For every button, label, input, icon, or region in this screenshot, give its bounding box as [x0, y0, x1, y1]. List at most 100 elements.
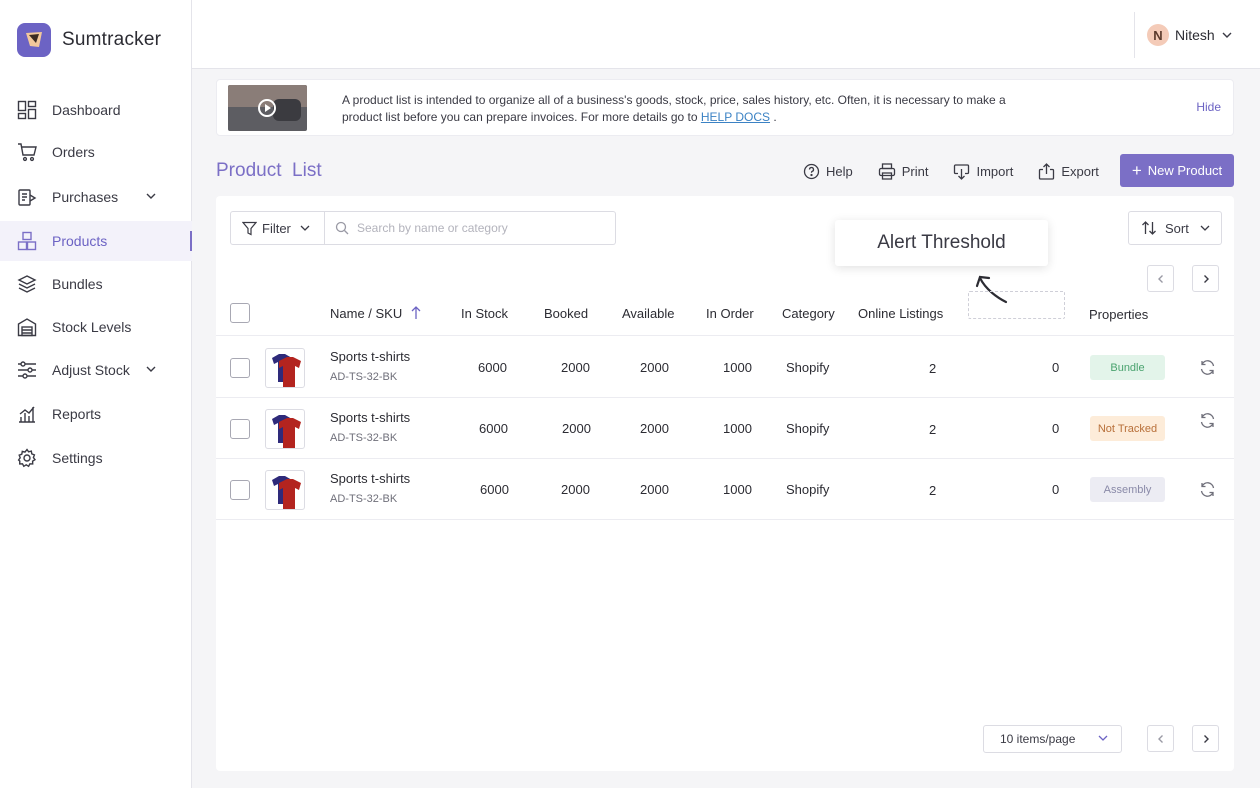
new-product-button[interactable]: + New Product	[1120, 154, 1234, 187]
property-badge: Bundle	[1090, 355, 1165, 380]
product-name[interactable]: Sports t-shirts	[330, 349, 410, 364]
booked-value: 2000	[562, 421, 591, 436]
in-stock-value: 6000	[478, 360, 507, 375]
chevron-left-icon	[1157, 734, 1163, 743]
banner-description: A product list is intended to organize a…	[342, 93, 1006, 124]
sidebar-item-label: Dashboard	[52, 102, 121, 118]
table-header: Name / SKU In Stock Booked Available In …	[216, 294, 1234, 336]
sidebar-item-dashboard[interactable]: Dashboard	[0, 90, 192, 130]
printer-icon	[878, 162, 895, 180]
plus-icon: +	[1131, 161, 1142, 180]
gear-icon	[17, 448, 37, 468]
column-header-category[interactable]: Category	[782, 306, 835, 321]
export-label: Export	[1061, 163, 1099, 179]
items-per-page-value: 10 items/page	[1000, 732, 1076, 746]
chevron-down-icon[interactable]	[144, 362, 158, 376]
product-sku: AD-TS-32-BK	[330, 493, 398, 505]
chevron-down-icon	[300, 225, 310, 231]
property-badge: Assembly	[1090, 477, 1165, 502]
select-all-checkbox[interactable]	[230, 303, 250, 323]
column-header-properties[interactable]: Properties	[1089, 307, 1148, 322]
sidebar-item-purchases[interactable]: Purchases	[0, 177, 192, 217]
sidebar-item-settings[interactable]: Settings	[0, 438, 192, 478]
table-row[interactable]: Sports t-shirts AD-TS-32-BK 6000 2000 20…	[216, 459, 1234, 520]
product-table-card: Filter Alert Threshold Sort Name / SKU I…	[216, 196, 1234, 771]
info-banner: A product list is intended to organize a…	[216, 79, 1234, 136]
column-header-online-listings[interactable]: Online Listings	[858, 306, 943, 321]
available-value: 2000	[640, 360, 669, 375]
row-checkbox[interactable]	[230, 419, 250, 439]
print-button[interactable]: Print	[878, 162, 929, 180]
sidebar-item-orders[interactable]: Orders	[0, 132, 192, 172]
chevron-right-icon	[1203, 734, 1209, 743]
column-header-available[interactable]: Available	[622, 306, 675, 321]
sidebar-item-adjust-stock[interactable]: Adjust Stock	[0, 350, 192, 390]
online-listings-value: 2	[929, 361, 937, 376]
online-listings-value: 2	[929, 483, 937, 498]
table-row[interactable]: Sports t-shirts AD-TS-32-BK 6000 2000 20…	[216, 398, 1234, 459]
sync-icon[interactable]	[1199, 412, 1216, 429]
search-input[interactable]	[357, 221, 597, 235]
column-header-in-order[interactable]: In Order	[706, 306, 754, 321]
booked-value: 2000	[561, 482, 590, 497]
chevron-down-icon	[1098, 735, 1108, 741]
row-checkbox[interactable]	[230, 358, 250, 378]
in-stock-value: 6000	[479, 421, 508, 436]
import-icon	[954, 163, 970, 180]
user-menu[interactable]: N Nitesh	[1134, 12, 1260, 58]
chevron-down-icon[interactable]	[144, 189, 158, 203]
export-button[interactable]: Export	[1038, 162, 1099, 180]
help-button[interactable]: Help	[803, 163, 853, 180]
sidebar-item-products[interactable]: Products	[0, 221, 192, 261]
topbar: N Nitesh	[192, 0, 1260, 69]
column-header-label: Name / SKU	[330, 306, 403, 321]
prev-page-button[interactable]	[1147, 725, 1174, 752]
hide-banner-button[interactable]: Hide	[1196, 100, 1221, 114]
sort-button[interactable]: Sort	[1128, 211, 1222, 245]
row-checkbox[interactable]	[230, 480, 250, 500]
sort-arrow-up-icon	[411, 306, 421, 319]
sidebar-item-label: Products	[52, 233, 108, 249]
sidebar-item-label: Adjust Stock	[52, 362, 130, 378]
help-docs-link[interactable]: HELP DOCS	[701, 110, 770, 124]
available-value: 2000	[640, 482, 669, 497]
sidebar-item-bundles[interactable]: Bundles	[0, 264, 192, 304]
chevron-right-icon	[1203, 274, 1209, 283]
avatar: N	[1147, 24, 1169, 46]
brand[interactable]: Sumtracker	[17, 23, 161, 57]
alert-threshold-tooltip: Alert Threshold	[835, 220, 1048, 266]
in-order-value: 1000	[723, 360, 752, 375]
sync-icon[interactable]	[1199, 481, 1216, 498]
sort-icon	[1142, 221, 1156, 235]
banner-suffix: .	[773, 110, 777, 124]
cart-icon	[18, 143, 37, 162]
products-icon	[17, 231, 37, 251]
column-header-in-stock[interactable]: In Stock	[461, 306, 508, 321]
print-label: Print	[901, 163, 929, 179]
sidebar-item-stock-levels[interactable]: Stock Levels	[0, 307, 192, 347]
next-page-button[interactable]	[1192, 725, 1219, 752]
purchases-icon	[18, 189, 37, 206]
help-video-thumbnail[interactable]	[228, 85, 307, 131]
table-row[interactable]: Sports t-shirts AD-TS-32-BK 6000 2000 20…	[216, 337, 1234, 398]
sidebar-item-label: Stock Levels	[52, 319, 132, 335]
help-circle-icon	[803, 163, 820, 179]
sync-icon[interactable]	[1199, 359, 1216, 376]
items-per-page-select[interactable]: 10 items/page	[983, 725, 1122, 753]
columns-next-button[interactable]	[1192, 265, 1219, 292]
product-name[interactable]: Sports t-shirts	[330, 410, 410, 425]
dashboard-icon	[17, 100, 37, 120]
columns-prev-button[interactable]	[1147, 265, 1174, 292]
sidebar: Sumtracker Dashboard Orders Purchases Pr…	[0, 0, 192, 788]
sidebar-item-reports[interactable]: Reports	[0, 394, 192, 434]
product-thumbnail	[265, 470, 305, 510]
sliders-icon	[18, 361, 36, 379]
column-header-name[interactable]: Name / SKU	[330, 306, 422, 321]
column-header-booked[interactable]: Booked	[544, 306, 588, 321]
export-icon	[1039, 162, 1055, 180]
import-button[interactable]: Import	[953, 163, 1013, 180]
filter-button[interactable]: Filter	[230, 211, 325, 245]
new-product-label: New Product	[1147, 163, 1223, 178]
page-title: Product List	[216, 160, 322, 181]
product-name[interactable]: Sports t-shirts	[330, 471, 410, 486]
